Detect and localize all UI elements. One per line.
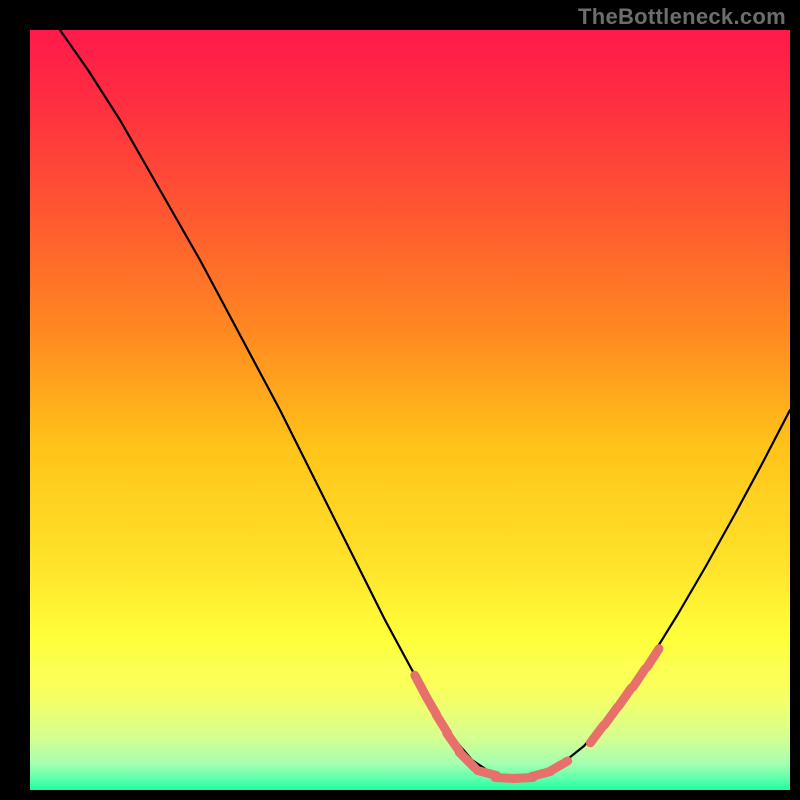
chart-stage: TheBottleneck.com	[0, 0, 800, 800]
watermark-text: TheBottleneck.com	[578, 4, 786, 30]
bottleneck-chart-svg	[0, 0, 800, 800]
